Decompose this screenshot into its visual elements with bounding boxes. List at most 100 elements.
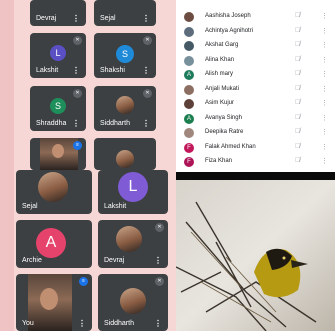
participant-row[interactable]: Anjali Mukati 🎙̸ ⋮ [176, 83, 335, 97]
participant-row[interactable]: Achintya Agnihotri 🎙̸ ⋮ [176, 25, 335, 39]
participant-name: Anjali Mukati [205, 85, 240, 92]
avatar [184, 99, 194, 109]
more-vert-icon[interactable]: ⋮ [78, 319, 86, 328]
participant-tile-sejal-top[interactable]: Sejal ⋮ [94, 0, 156, 26]
more-vert-icon[interactable]: ⋮ [321, 70, 328, 78]
participant-row[interactable]: Aashisha Joseph 🎙̸ ⋮ [176, 10, 335, 24]
mic-off-icon: ✕ [73, 89, 82, 98]
avatar: L [118, 172, 148, 202]
avatar: A [184, 70, 194, 80]
participant-tile-sejal[interactable]: Sejal [16, 170, 92, 214]
avatar: L [50, 45, 66, 61]
participant-tile-archie[interactable]: A Archie [16, 220, 92, 268]
participant-tile-lakshit[interactable]: ✕ L Lakshit ⋮ [30, 33, 86, 78]
participant-name: Alina Khan [205, 56, 235, 63]
more-vert-icon[interactable]: ⋮ [142, 14, 150, 23]
more-vert-icon[interactable]: ⋮ [321, 114, 328, 122]
more-vert-icon[interactable]: ⋮ [321, 85, 328, 93]
more-vert-icon[interactable]: ⋮ [154, 256, 162, 265]
participant-tile-siddharth[interactable]: ✕ Siddharth ⋮ [94, 86, 156, 131]
mic-off-icon: ✕ [155, 277, 164, 286]
participant-name: Aashisha Joseph [205, 13, 251, 19]
tile-name: Siddharth [104, 320, 134, 327]
avatar: A [184, 113, 194, 124]
participant-row[interactable]: F Falak Ahmed Khan 🎙̸ ⋮ [176, 141, 335, 155]
avatar [184, 55, 194, 66]
participant-tile-lakshit-2[interactable]: L Lakshit [98, 170, 168, 214]
more-vert-icon[interactable]: ⋮ [321, 12, 328, 20]
shared-video-bird [176, 172, 335, 331]
participant-name: Asim Kujur [205, 100, 235, 106]
participant-tile-shakshi[interactable]: ✕ S Shakshi ⋮ [94, 33, 156, 78]
tile-name: You [22, 320, 34, 327]
more-vert-icon[interactable]: ⋮ [142, 66, 150, 75]
mic-off-icon[interactable]: 🎙̸ [295, 27, 300, 34]
more-vert-icon[interactable]: ⋮ [154, 319, 162, 328]
participant-row[interactable]: A Avanya Singh 🎙̸ ⋮ [176, 112, 335, 126]
participant-name: Fiza Khan [205, 158, 233, 164]
more-vert-icon[interactable]: ⋮ [321, 157, 328, 165]
avatar-photo [38, 172, 68, 202]
participant-row[interactable]: Alina Khan 🎙̸ ⋮ [176, 54, 335, 68]
speaking-icon: ≡ [73, 141, 82, 150]
mic-off-icon[interactable]: 🎙̸ [295, 128, 300, 135]
more-vert-icon[interactable]: ⋮ [72, 14, 80, 23]
avatar: F [184, 157, 194, 167]
more-vert-icon[interactable]: ⋮ [72, 119, 80, 128]
participant-name: Falak Ahmed Khan [205, 143, 256, 150]
participant-row[interactable]: A Alish mary 🎙̸ ⋮ [176, 68, 335, 82]
more-vert-icon[interactable]: ⋮ [321, 56, 328, 64]
more-vert-icon[interactable]: ⋮ [321, 41, 328, 49]
speaking-icon: ≡ [79, 277, 88, 286]
avatar: S [50, 98, 66, 114]
mic-off-icon[interactable]: 🎙̸ [295, 41, 300, 48]
mic-off-icon[interactable]: 🎙̸ [295, 99, 300, 106]
participant-tile-you[interactable]: ≡ You ⋮ [16, 274, 92, 331]
tile-name: Sejal [100, 15, 116, 22]
participant-tile-devraj-top[interactable]: Devraj ⋮ [30, 0, 86, 26]
participant-name: Akshat Garg [205, 42, 239, 48]
more-vert-icon[interactable]: ⋮ [321, 99, 328, 107]
participants-list: Aashisha Joseph 🎙̸ ⋮ Achintya Agnihotri 🎙̸ ⋮ A… [176, 0, 335, 172]
mic-off-icon[interactable]: 🎙̸ [295, 12, 300, 19]
mic-off-icon[interactable]: 🎙̸ [295, 157, 300, 164]
participant-row[interactable]: F Fiza Khan 🎙̸ ⋮ [176, 155, 335, 169]
avatar-photo [116, 150, 134, 168]
mic-off-icon[interactable]: 🎙̸ [295, 70, 300, 77]
more-vert-icon[interactable]: ⋮ [142, 119, 150, 128]
more-vert-icon[interactable]: ⋮ [321, 128, 328, 136]
more-vert-icon[interactable]: ⋮ [321, 27, 328, 35]
avatar: A [36, 228, 66, 258]
tile-name: Lakshit [36, 67, 59, 74]
participant-name: Achintya Agnihotri [205, 27, 254, 34]
tile-name: Sejal [22, 203, 38, 210]
avatar-photo [116, 96, 134, 114]
participant-video-tile[interactable]: ≡ [30, 138, 86, 170]
more-vert-icon[interactable]: ⋮ [72, 66, 80, 75]
participant-row[interactable]: Deepika Ratre 🎙̸ ⋮ [176, 126, 335, 140]
mic-off-icon[interactable]: 🎙̸ [295, 56, 300, 63]
mic-off-icon: ✕ [143, 36, 152, 45]
tile-name: Lakshit [104, 203, 127, 210]
avatar [184, 84, 194, 95]
video-feed [40, 138, 78, 170]
mic-off-icon: ✕ [73, 36, 82, 45]
participant-tile-partial[interactable] [94, 138, 156, 170]
self-video-feed [28, 274, 72, 331]
participant-row[interactable]: Asim Kujur 🎙̸ ⋮ [176, 97, 335, 111]
background-strip [0, 0, 14, 331]
avatar [184, 128, 194, 138]
participant-tile-siddharth-2[interactable]: ✕ Siddharth ⋮ [98, 274, 168, 331]
tile-name: Archie [22, 257, 42, 264]
participant-row[interactable]: Akshat Garg 🎙̸ ⋮ [176, 39, 335, 53]
avatar: F [184, 142, 194, 153]
tile-name: Siddharth [100, 120, 130, 127]
mic-off-icon[interactable]: 🎙̸ [295, 85, 300, 92]
participant-tile-devraj[interactable]: ✕ Devraj ⋮ [98, 220, 168, 268]
more-vert-icon[interactable]: ⋮ [321, 143, 328, 151]
participant-tile-shraddha[interactable]: ✕ S Shraddha ⋮ [30, 86, 86, 131]
avatar-photo [116, 226, 142, 252]
mic-off-icon[interactable]: 🎙̸ [295, 143, 300, 150]
mic-off-icon[interactable]: 🎙̸ [295, 114, 300, 121]
tile-name: Devraj [104, 257, 125, 264]
